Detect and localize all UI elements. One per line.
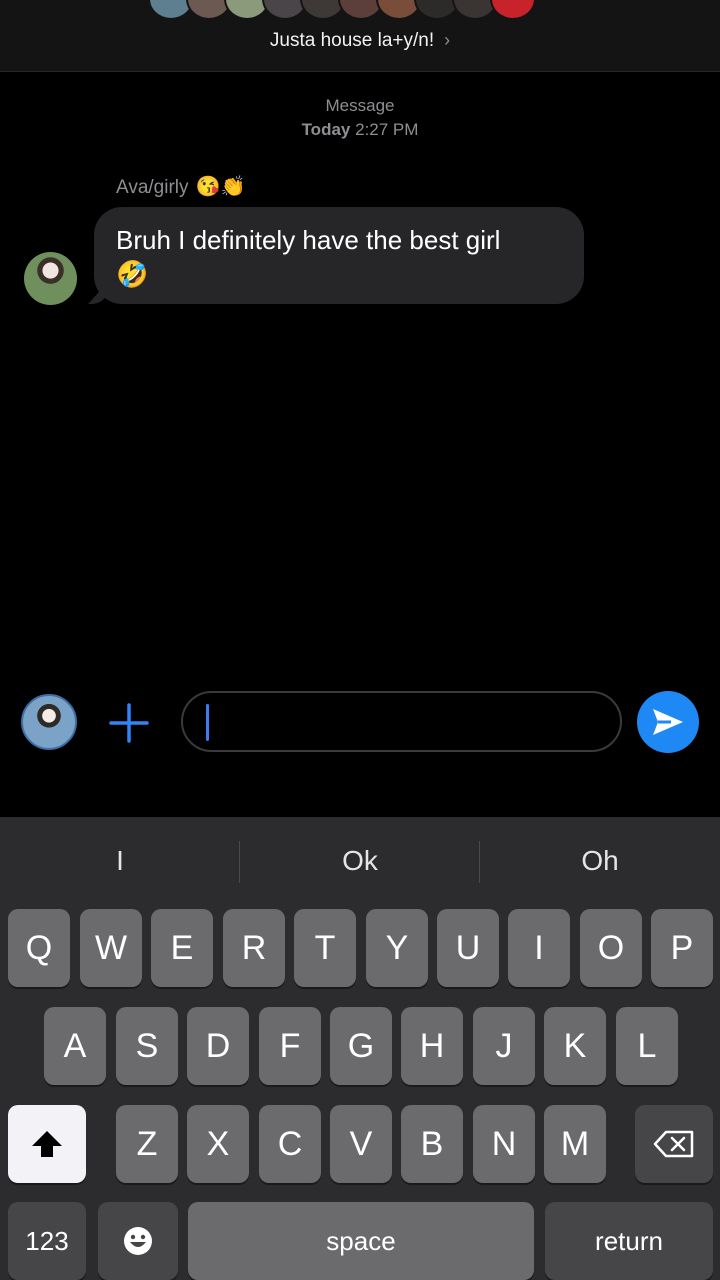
my-avatar[interactable] [21, 694, 77, 750]
space-key[interactable]: space [188, 1202, 534, 1280]
message-bubble[interactable]: Bruh I definitely have the best girl 🤣 [94, 207, 584, 304]
sender-avatar[interactable] [24, 252, 77, 305]
prediction-bar: I Ok Oh [0, 817, 720, 905]
numbers-key[interactable]: 123 [8, 1202, 86, 1280]
sender-name-label: Ava/girly [116, 177, 189, 198]
key-r[interactable]: R [223, 909, 285, 987]
key-o[interactable]: O [580, 909, 642, 987]
thread-timestamp: Message Today 2:27 PM [0, 94, 720, 142]
key-w[interactable]: W [80, 909, 142, 987]
key-a[interactable]: A [44, 1007, 106, 1085]
key-h[interactable]: H [401, 1007, 463, 1085]
prediction-1[interactable]: I [0, 817, 240, 905]
timestamp-day: Today [301, 120, 351, 139]
plus-icon [109, 703, 149, 743]
add-attachment-button[interactable] [106, 700, 152, 746]
send-button[interactable] [637, 691, 699, 753]
key-t[interactable]: T [294, 909, 356, 987]
message-emoji: 🤣 [116, 259, 149, 289]
key-j[interactable]: J [473, 1007, 535, 1085]
key-i[interactable]: I [508, 909, 570, 987]
shift-key[interactable] [8, 1105, 86, 1183]
text-cursor [206, 704, 209, 741]
key-b[interactable]: B [401, 1105, 463, 1183]
key-c[interactable]: C [259, 1105, 321, 1183]
group-title[interactable]: Justa house la+y/n! › [0, 30, 720, 52]
backspace-key[interactable] [635, 1105, 713, 1183]
prediction-2[interactable]: Ok [240, 817, 480, 905]
key-v[interactable]: V [330, 1105, 392, 1183]
key-q[interactable]: Q [8, 909, 70, 987]
chevron-right-icon: › [444, 30, 451, 50]
backspace-icon [653, 1130, 694, 1158]
prediction-3[interactable]: Oh [480, 817, 720, 905]
group-avatar [490, 0, 536, 20]
key-s[interactable]: S [116, 1007, 178, 1085]
timestamp-time: 2:27 PM [355, 120, 419, 139]
message-input[interactable] [181, 691, 622, 752]
sender-emoji: 😘👏 [195, 176, 246, 198]
key-x[interactable]: X [187, 1105, 249, 1183]
emoji-icon [124, 1227, 152, 1255]
sender-name: Ava/girly 😘👏 [116, 174, 246, 199]
service-label: Message [325, 96, 395, 115]
key-f[interactable]: F [259, 1007, 321, 1085]
send-icon [653, 709, 683, 735]
key-m[interactable]: M [544, 1105, 606, 1183]
key-y[interactable]: Y [366, 909, 428, 987]
return-key[interactable]: return [545, 1202, 713, 1280]
key-k[interactable]: K [544, 1007, 606, 1085]
shift-arrow-icon [32, 1131, 62, 1157]
chat-header: Justa house la+y/n! › [0, 0, 720, 72]
key-l[interactable]: L [616, 1007, 678, 1085]
key-g[interactable]: G [330, 1007, 392, 1085]
key-z[interactable]: Z [116, 1105, 178, 1183]
key-d[interactable]: D [187, 1007, 249, 1085]
message-text: Bruh I definitely have the best girl [116, 225, 501, 255]
key-e[interactable]: E [151, 909, 213, 987]
key-n[interactable]: N [473, 1105, 535, 1183]
key-p[interactable]: P [651, 909, 713, 987]
group-name-label: Justa house la+y/n! [269, 30, 435, 51]
emoji-key[interactable] [98, 1202, 178, 1280]
key-u[interactable]: U [437, 909, 499, 987]
keyboard: I Ok Oh Q W E R T Y U I O P A S D F G H … [0, 817, 720, 1280]
